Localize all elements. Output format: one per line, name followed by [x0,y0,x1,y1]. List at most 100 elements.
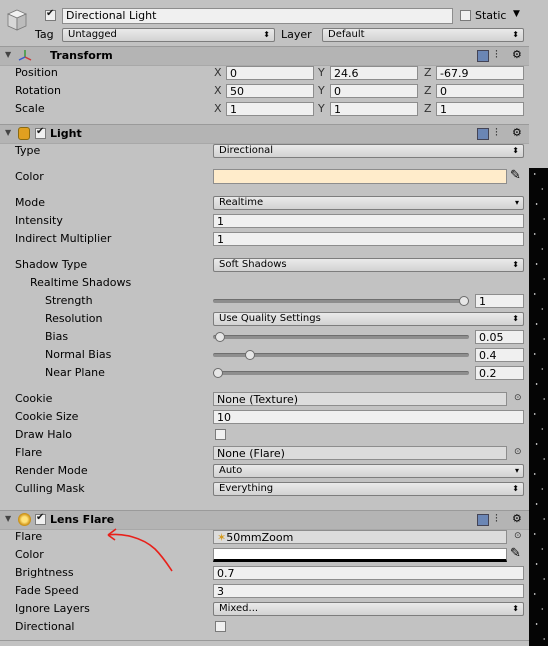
help-book-icon[interactable] [477,514,489,526]
light-bulb-icon [18,127,30,140]
tag-dropdown[interactable]: Untagged ⬍ [62,28,275,42]
color-swatch[interactable] [213,169,507,184]
rotation-x-field[interactable]: 50 [226,84,314,98]
axis-x-label: X [214,102,222,115]
normal-bias-slider-knob[interactable] [244,350,255,360]
layer-value: Default [328,29,365,40]
draw-halo-checkbox[interactable] [215,429,226,440]
directional-checkbox[interactable] [215,621,226,632]
lens-flare-color-swatch[interactable] [213,548,507,562]
scale-y-field[interactable]: 1 [330,102,418,116]
object-picker-icon[interactable]: ⊙ [514,447,522,457]
updown-arrow-icon: ⬍ [512,604,519,613]
preset-sliders-icon[interactable]: ⫶ [495,48,498,62]
shadow-type-dropdown[interactable]: Soft Shadows ⬍ [213,258,524,272]
intensity-field[interactable]: 1 [213,214,524,228]
near-plane-field[interactable]: 0.2 [475,366,524,380]
active-checkbox[interactable] [45,8,56,21]
transform-header[interactable]: ▼ Transform ⫶ ⚙ [0,46,529,66]
updown-arrow-icon: ⬍ [512,484,519,493]
settings-gear-icon[interactable]: ⚙ [512,126,522,139]
down-arrow-icon: ▾ [514,466,519,475]
type-value: Directional [219,145,274,156]
lens-flare-header[interactable]: ▼ Lens Flare ⫶ ⚙ [0,510,529,530]
flare-asset-icon: ✶ [217,531,227,544]
object-name-field[interactable]: Directional Light [62,8,453,24]
light-header[interactable]: ▼ Light ⫶ ⚙ [0,124,529,144]
position-z-field[interactable]: -67.9 [436,66,524,80]
mode-dropdown[interactable]: Realtime ▾ [213,196,524,210]
lens-flare-flare-label: Flare [15,530,43,543]
object-picker-icon[interactable]: ⊙ [514,393,522,403]
updown-arrow-icon: ⬍ [512,30,519,39]
render-mode-dropdown[interactable]: Auto ▾ [213,464,524,478]
scene-view-starfield [529,168,548,646]
layer-dropdown[interactable]: Default ⬍ [322,28,524,42]
ignore-layers-dropdown[interactable]: Mixed... ⬍ [213,602,524,616]
normal-bias-field[interactable]: 0.4 [475,348,524,362]
inspector-panel: Directional Light Static ▼ Tag Untagged ⬍… [0,0,529,646]
lens-flare-icon [18,513,31,526]
axis-x-label: X [214,84,222,97]
foldout-triangle-icon[interactable]: ▼ [5,514,11,523]
strength-slider-knob[interactable] [459,296,469,306]
lens-flare-flare-field[interactable]: ✶50mmZoom [213,530,507,544]
preset-sliders-icon[interactable]: ⫶ [495,512,498,526]
resolution-dropdown[interactable]: Use Quality Settings ⬍ [213,312,524,326]
static-checkbox[interactable] [460,10,471,21]
culling-mask-dropdown[interactable]: Everything ⬍ [213,482,524,496]
foldout-triangle-icon[interactable]: ▼ [5,50,11,59]
lens-flare-enabled-checkbox[interactable] [35,512,46,525]
near-plane-slider-knob[interactable] [213,368,223,378]
axis-z-label: Z [424,102,432,115]
updown-arrow-icon: ⬍ [263,30,270,39]
rotation-z-field[interactable]: 0 [436,84,524,98]
updown-arrow-icon: ⬍ [512,314,519,323]
strength-slider-track[interactable] [213,299,469,303]
rotation-y-field[interactable]: 0 [330,84,418,98]
indirect-multiplier-field[interactable]: 1 [213,232,524,246]
position-x-field[interactable]: 0 [226,66,314,80]
realtime-shadows-label: Realtime Shadows [30,276,132,289]
tag-label: Tag [35,28,54,41]
culling-mask-label: Culling Mask [15,482,85,495]
down-arrow-icon: ▾ [514,198,519,207]
cookie-size-field[interactable]: 10 [213,410,524,424]
type-dropdown[interactable]: Directional ⬍ [213,144,524,158]
shadow-type-label: Shadow Type [15,258,88,271]
axis-z-label: Z [424,66,432,79]
help-book-icon[interactable] [477,128,489,140]
bias-slider-knob[interactable] [215,332,226,342]
scale-label: Scale [15,102,45,115]
light-flare-label: Flare [15,446,43,459]
preset-sliders-icon[interactable]: ⫶ [495,126,498,140]
light-flare-field[interactable]: None (Flare) [213,446,507,460]
normal-bias-label: Normal Bias [45,348,112,361]
resolution-label: Resolution [45,312,103,325]
cookie-size-label: Cookie Size [15,410,79,423]
near-plane-slider-track[interactable] [213,371,469,375]
scale-z-field[interactable]: 1 [436,102,524,116]
type-label: Type [15,144,41,157]
eyedropper-icon[interactable]: ✎ [510,168,521,183]
strength-field[interactable]: 1 [475,294,524,308]
help-book-icon[interactable] [477,50,489,62]
object-picker-icon[interactable]: ⊙ [514,531,522,541]
static-dropdown-arrow-icon[interactable]: ▼ [513,9,520,19]
scale-x-field[interactable]: 1 [226,102,314,116]
light-enabled-checkbox[interactable] [35,126,46,139]
updown-arrow-icon: ⬍ [512,146,519,155]
settings-gear-icon[interactable]: ⚙ [512,512,522,525]
draw-halo-label: Draw Halo [15,428,73,441]
fade-speed-field[interactable]: 3 [213,584,524,598]
bias-field[interactable]: 0.05 [475,330,524,344]
brightness-label: Brightness [15,566,74,579]
eyedropper-icon[interactable]: ✎ [510,546,521,561]
foldout-triangle-icon[interactable]: ▼ [5,128,11,137]
bias-slider-track[interactable] [213,335,469,339]
cookie-field[interactable]: None (Texture) [213,392,507,406]
brightness-field[interactable]: 0.7 [213,566,524,580]
light-title: Light [50,127,82,140]
position-y-field[interactable]: 24.6 [330,66,418,80]
settings-gear-icon[interactable]: ⚙ [512,48,522,61]
